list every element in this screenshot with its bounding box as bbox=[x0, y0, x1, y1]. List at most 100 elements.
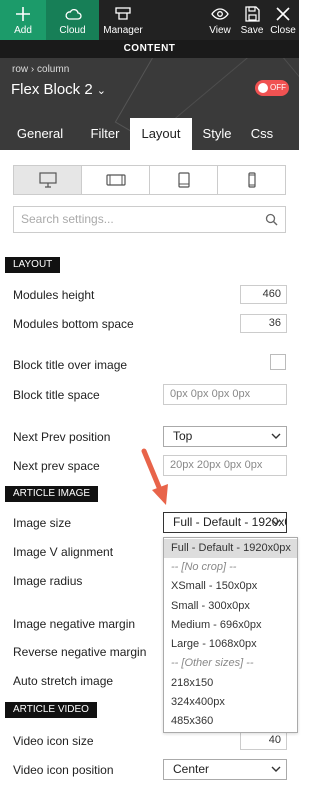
dropdown-option-group: -- [No crop] -- bbox=[164, 558, 297, 577]
breadcrumb-row[interactable]: row bbox=[12, 64, 28, 75]
dropdown-option[interactable]: XSmall - 150x0px bbox=[164, 577, 297, 596]
next-prev-space-input[interactable]: 20px 20px 0px 0px bbox=[163, 455, 287, 476]
reverse-negative-margin-label: Reverse negative margin bbox=[13, 645, 147, 659]
tablet-landscape-icon bbox=[105, 174, 126, 186]
tab-general[interactable]: General bbox=[0, 118, 80, 150]
chevron-down-icon bbox=[271, 766, 281, 772]
video-icon-position-value: Center bbox=[173, 762, 210, 776]
dropdown-option-label: Medium - 696x0px bbox=[171, 619, 262, 631]
phone-icon bbox=[247, 172, 256, 188]
eye-icon bbox=[211, 8, 229, 20]
dropdown-option-label: 485x360 bbox=[171, 715, 214, 727]
block-title-space-input[interactable]: 0px 0px 0px 0px bbox=[163, 384, 287, 405]
section-article-image: ARTICLE IMAGE bbox=[5, 486, 99, 502]
dropdown-option-label: 324x400px bbox=[171, 696, 225, 708]
dropdown-option[interactable]: 218x150 bbox=[164, 674, 297, 693]
content-bar: CONTENT bbox=[0, 40, 299, 58]
video-icon-size-label: Video icon size bbox=[13, 734, 94, 748]
image-size-dropdown: Full - Default - 1920x0px -- [No crop] -… bbox=[163, 537, 298, 733]
image-negative-margin-label: Image negative margin bbox=[13, 617, 136, 631]
next-prev-space-label: Next prev space bbox=[13, 459, 100, 473]
image-radius-label: Image radius bbox=[13, 574, 83, 588]
dropdown-option-label: -- [Other sizes] -- bbox=[171, 657, 254, 669]
dropdown-option-label: -- [No crop] -- bbox=[171, 561, 237, 573]
image-size-label: Image size bbox=[13, 516, 72, 530]
cloud-button[interactable]: Cloud bbox=[46, 0, 99, 40]
close-label: Close bbox=[270, 25, 296, 36]
section-layout: LAYOUT bbox=[5, 257, 61, 273]
view-label: View bbox=[209, 25, 231, 36]
device-switcher bbox=[13, 165, 286, 195]
video-icon-position-select[interactable]: Center bbox=[163, 759, 287, 780]
next-prev-position-select[interactable]: Top bbox=[163, 426, 287, 447]
block-title-over-image-label: Block title over image bbox=[13, 358, 128, 372]
device-phone-button[interactable] bbox=[218, 166, 285, 194]
tab-filter[interactable]: Filter bbox=[80, 118, 130, 150]
cloud-icon bbox=[65, 8, 82, 20]
close-icon bbox=[276, 7, 290, 21]
modules-bottom-space-label: Modules bottom space bbox=[13, 317, 134, 331]
dropdown-option-group: -- [Other sizes] -- bbox=[164, 654, 297, 673]
modules-height-label: Modules height bbox=[13, 288, 95, 302]
image-size-select[interactable]: Full - Default - 1920x0px bbox=[163, 512, 287, 533]
dropdown-option[interactable]: Small - 300x0px bbox=[164, 597, 297, 616]
search-input[interactable]: Search settings... bbox=[13, 206, 286, 233]
tablet-portrait-icon bbox=[177, 172, 190, 188]
next-prev-position-label: Next Prev position bbox=[13, 430, 111, 444]
chevron-down-icon bbox=[271, 433, 281, 439]
top-toolbar: Add Cloud Manager View Save Close bbox=[0, 0, 299, 40]
image-v-alignment-label: Image V alignment bbox=[13, 545, 114, 559]
video-icon-size-input[interactable]: 40 bbox=[240, 731, 287, 750]
dropdown-option-label: Large - 1068x0px bbox=[171, 638, 257, 650]
block-title-dropdown[interactable]: Flex Block 2 ⌄ bbox=[11, 81, 106, 98]
dropdown-option[interactable]: Full - Default - 1920x0px bbox=[164, 539, 297, 558]
tab-style[interactable]: Style bbox=[192, 118, 242, 150]
block-title-over-image-checkbox[interactable] bbox=[270, 354, 286, 370]
close-button[interactable]: Close bbox=[267, 0, 299, 40]
add-label: Add bbox=[14, 25, 32, 36]
device-tablet-portrait-button[interactable] bbox=[150, 166, 218, 194]
device-tablet-landscape-button[interactable] bbox=[82, 166, 150, 194]
toggle-label: OFF bbox=[270, 83, 286, 92]
breadcrumb-column[interactable]: column bbox=[37, 64, 69, 75]
desktop-icon bbox=[38, 172, 57, 188]
manager-icon bbox=[115, 7, 131, 20]
video-icon-position-label: Video icon position bbox=[13, 763, 114, 777]
search-icon bbox=[265, 213, 278, 226]
dropdown-option[interactable]: 324x400px bbox=[164, 693, 297, 712]
manager-label: Manager bbox=[103, 25, 143, 36]
auto-stretch-image-label: Auto stretch image bbox=[13, 674, 114, 688]
save-button[interactable]: Save bbox=[237, 0, 267, 40]
dropdown-option-label: Full - Default - 1920x0px bbox=[171, 542, 291, 554]
modules-height-input[interactable]: 460 bbox=[240, 285, 287, 304]
search-placeholder: Search settings... bbox=[21, 212, 114, 226]
next-prev-position-value: Top bbox=[173, 429, 193, 443]
dropdown-option[interactable]: Medium - 696x0px bbox=[164, 616, 297, 635]
dropdown-option[interactable]: 485x360 bbox=[164, 712, 297, 731]
device-desktop-button[interactable] bbox=[14, 166, 82, 194]
toggle-knob bbox=[258, 83, 268, 93]
dropdown-option-label: 218x150 bbox=[171, 677, 214, 689]
add-button[interactable]: Add bbox=[0, 0, 46, 40]
block-toggle[interactable]: OFF bbox=[255, 80, 289, 96]
view-button[interactable]: View bbox=[203, 0, 237, 40]
page-title: Flex Block 2 bbox=[11, 81, 93, 98]
section-article-video: ARTICLE VIDEO bbox=[5, 702, 97, 718]
dropdown-option-label: XSmall - 150x0px bbox=[171, 580, 258, 592]
dropdown-option-label: Small - 300x0px bbox=[171, 600, 250, 612]
save-label: Save bbox=[240, 25, 264, 36]
image-size-value: Full - Default - 1920x0px bbox=[173, 515, 286, 529]
settings-tabs: General Filter Layout Style Css bbox=[0, 118, 299, 150]
manager-button[interactable]: Manager bbox=[99, 0, 147, 40]
modules-bottom-space-input[interactable]: 36 bbox=[240, 314, 287, 333]
dropdown-option[interactable]: Large - 1068x0px bbox=[164, 635, 297, 654]
tab-css[interactable]: Css bbox=[242, 118, 282, 150]
chevron-down-icon bbox=[271, 519, 281, 525]
floppy-icon bbox=[245, 6, 260, 22]
cloud-label: Cloud bbox=[59, 25, 86, 36]
plus-icon bbox=[16, 7, 30, 21]
annotation-arrow-icon bbox=[141, 448, 168, 505]
tab-layout[interactable]: Layout bbox=[130, 118, 192, 150]
chevron-down-icon: ⌄ bbox=[96, 85, 106, 97]
